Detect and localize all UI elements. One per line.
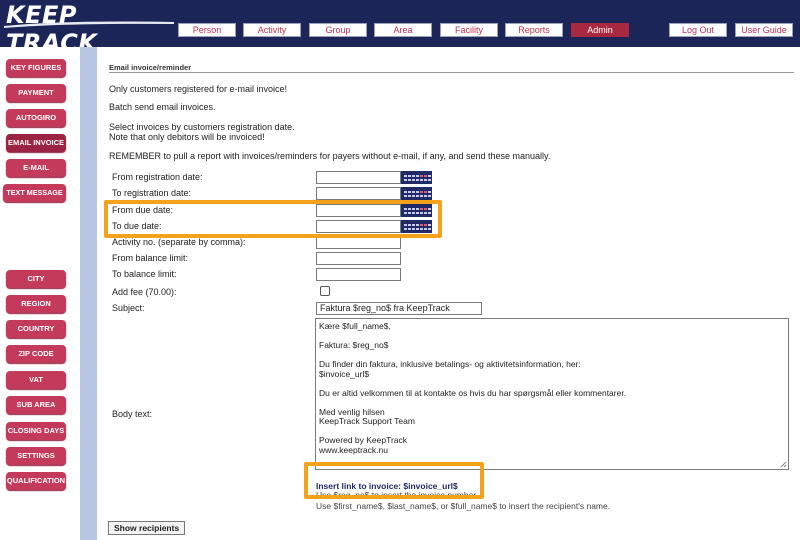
body-line: www.keeptrack.nu xyxy=(319,444,388,455)
body-line: KeepTrack Support Team xyxy=(319,416,415,426)
logo-swoosh-icon xyxy=(4,21,174,28)
sidebar-edge xyxy=(80,47,97,540)
sidebar-item-qualification[interactable]: QUALIFICATION xyxy=(6,472,66,490)
hint-reg-no: Use $reg_no$ to insert the invoice numbe… xyxy=(316,490,479,500)
sidebar-item-settings[interactable]: SETTINGS xyxy=(6,447,66,465)
from-due-date-label: From due date: xyxy=(112,205,174,215)
sidebar-item-autogiro[interactable]: AUTOGIRO xyxy=(6,109,66,127)
calendar-icon[interactable] xyxy=(401,187,432,200)
app-header: KEEP TRACK Person Activity Group Area Fa… xyxy=(0,0,800,57)
sidebar-item-city[interactable]: CITY xyxy=(6,270,66,288)
nav-area[interactable]: Area xyxy=(374,23,432,37)
sidebar-item-vat[interactable]: VAT xyxy=(6,371,66,389)
to-due-date-input[interactable] xyxy=(316,220,401,233)
info-email-only: Only customers registered for e-mail inv… xyxy=(109,84,288,94)
subject-label: Subject: xyxy=(112,303,145,313)
to-reg-date-label: To registration date: xyxy=(112,188,192,198)
logout-button[interactable]: Log Out xyxy=(669,23,727,37)
to-reg-date-input[interactable] xyxy=(316,187,401,200)
nav-facility[interactable]: Facility xyxy=(440,23,498,37)
calendar-icon[interactable] xyxy=(401,171,432,184)
to-due-date-label: To due date: xyxy=(112,221,162,231)
activity-no-input[interactable] xyxy=(316,236,401,249)
calendar-icon[interactable] xyxy=(401,220,432,233)
nav-activity[interactable]: Activity xyxy=(243,23,301,37)
resize-handle-icon[interactable] xyxy=(780,461,787,468)
sidebar-item-sub-area[interactable]: SUB AREA xyxy=(6,396,66,414)
from-reg-date-input[interactable] xyxy=(316,171,401,184)
from-balance-label: From balance limit: xyxy=(112,253,189,263)
body-line xyxy=(319,398,785,408)
sidebar-item-country[interactable]: COUNTRY xyxy=(6,320,66,338)
body-text-label: Body text: xyxy=(112,409,153,419)
body-line: Du er altid velkommen til at kontakte os… xyxy=(319,387,627,398)
calendar-icon[interactable] xyxy=(401,204,432,217)
body-line: $invoice_url$ xyxy=(319,368,370,379)
add-fee-label: Add fee (70.00): xyxy=(112,287,177,297)
sidebar-item-email-invoice[interactable]: EMAIL INVOICE xyxy=(6,134,66,152)
from-reg-date-label: From registration date: xyxy=(112,172,203,182)
user-guide-button[interactable]: User Guide xyxy=(735,23,793,37)
keeptrack-logo[interactable]: KEEP TRACK xyxy=(4,1,174,57)
to-balance-input[interactable] xyxy=(316,268,401,281)
nav-reports[interactable]: Reports xyxy=(505,23,563,37)
sidebar-item-key-figures[interactable]: KEY FIGURES xyxy=(6,59,66,77)
insert-link-text[interactable]: Insert link to invoice: $invoice_url$ xyxy=(316,481,458,491)
info-remember: REMEMBER to pull a report with invoices/… xyxy=(109,151,551,161)
body-line: Faktura: $reg_no$ xyxy=(319,340,389,350)
from-balance-input[interactable] xyxy=(316,252,401,265)
body-line: Kære $full_name$, xyxy=(319,321,391,331)
sidebar: KEY FIGURES PAYMENT AUTOGIRO EMAIL INVOI… xyxy=(0,47,80,540)
sidebar-item-region[interactable]: REGION xyxy=(6,295,66,313)
sidebar-item-e-mail[interactable]: E-MAIL xyxy=(6,159,66,177)
nav-group[interactable]: Group xyxy=(309,23,367,37)
hint-names: Use $first_name$, $last_name$, or $full_… xyxy=(316,501,611,511)
body-text-area[interactable]: Kære $full_name$, Faktura: $reg_no$ Du f… xyxy=(315,318,789,470)
add-fee-checkbox[interactable] xyxy=(320,286,330,296)
title-divider xyxy=(109,72,794,73)
to-balance-label: To balance limit: xyxy=(112,269,177,279)
body-line xyxy=(319,332,785,342)
sidebar-item-text-message[interactable]: TEXT MESSAGE xyxy=(3,184,66,202)
sidebar-item-closing-days[interactable]: CLOSING DAYS xyxy=(6,422,66,440)
nav-person[interactable]: Person xyxy=(178,23,236,37)
from-due-date-input[interactable] xyxy=(316,204,401,217)
body-line: Du finder din faktura, inklusive betalin… xyxy=(319,359,581,369)
nav-admin[interactable]: Admin xyxy=(571,23,629,37)
sidebar-item-payment[interactable]: PAYMENT xyxy=(6,84,66,102)
info-batch-send: Batch send email invoices. xyxy=(109,102,216,112)
body-line: Powered by KeepTrack xyxy=(319,435,408,445)
show-recipients-button[interactable]: Show recipients xyxy=(108,521,186,535)
page-title: Email invoice/reminder xyxy=(109,63,192,72)
activity-no-label: Activity no. (separate by comma): xyxy=(112,237,246,247)
main-content: Email invoice/reminder Only customers re… xyxy=(97,47,800,540)
info-debitors-only: Note that only debitors will be invoiced… xyxy=(109,132,265,142)
subject-input[interactable]: Faktura $reg_no$ fra KeepTrack xyxy=(316,302,482,315)
sidebar-item-zip-code[interactable]: ZIP CODE xyxy=(6,345,66,363)
